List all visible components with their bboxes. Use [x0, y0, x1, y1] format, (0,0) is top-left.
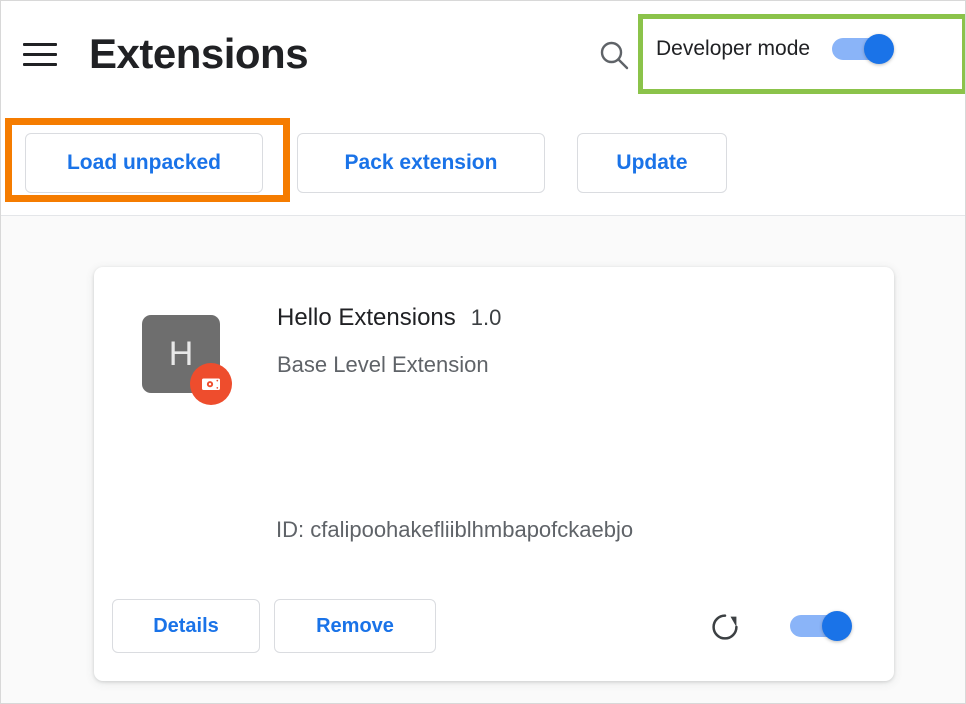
developer-mode-control[interactable]: Developer mode	[656, 34, 895, 64]
extensions-list-area: H Hello Extensions 1.0 Base Level Extens…	[1, 216, 965, 703]
toolbar: Extensions Developer mode	[1, 1, 965, 109]
extension-card[interactable]: H Hello Extensions 1.0 Base Level Extens…	[94, 267, 894, 681]
hamburger-bar	[23, 42, 57, 46]
extension-id: ID: cfalipoohakefliiblhmbapofckaebjo	[276, 517, 634, 542]
details-button[interactable]: Details	[112, 599, 260, 653]
remove-button[interactable]: Remove	[274, 599, 436, 653]
unpacked-package-icon	[190, 363, 232, 405]
extension-card-footer: Details Remove	[94, 585, 894, 681]
pack-extension-button[interactable]: Pack extension	[297, 133, 545, 193]
extension-enabled-toggle[interactable]	[790, 611, 852, 641]
extension-description: Base Level Extension	[277, 352, 489, 377]
extension-icon-wrap: H	[142, 315, 232, 405]
update-button[interactable]: Update	[577, 133, 727, 193]
load-unpacked-button[interactable]: Load unpacked	[25, 133, 263, 193]
hamburger-bar	[23, 52, 57, 56]
extension-name: Hello Extensions	[277, 304, 456, 331]
page-title: Extensions	[89, 30, 309, 77]
toggle-knob	[822, 611, 852, 641]
search-icon[interactable]	[597, 39, 631, 73]
developer-mode-toggle[interactable]	[832, 34, 895, 64]
developer-mode-label: Developer mode	[656, 37, 811, 60]
extension-title-row: Hello Extensions 1.0	[277, 304, 501, 332]
hamburger-bar	[23, 62, 57, 66]
extension-version: 1.0	[470, 305, 502, 330]
toggle-knob	[864, 34, 895, 64]
reload-icon[interactable]	[709, 611, 741, 643]
extensions-page: Extensions Developer mode Load unpacked …	[0, 0, 966, 704]
hamburger-menu-icon[interactable]	[23, 39, 59, 69]
